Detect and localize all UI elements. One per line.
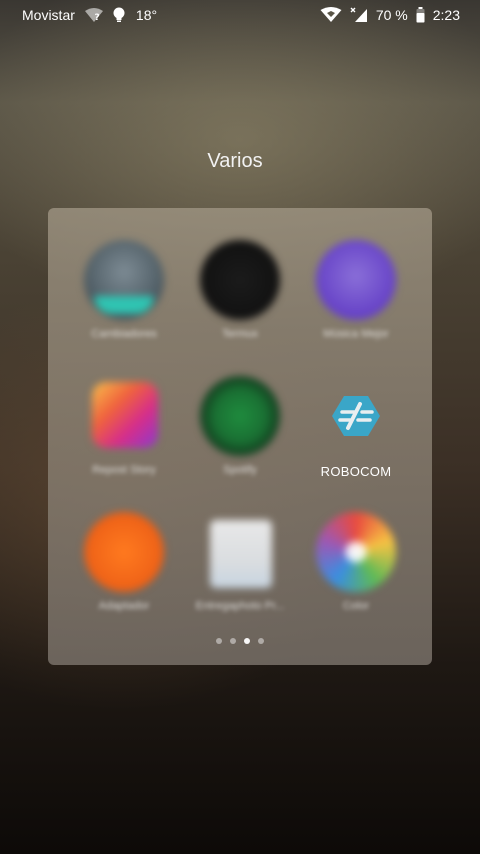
app-spotify[interactable]: Spotify <box>180 376 300 486</box>
terminal-icon <box>200 240 280 320</box>
lightbulb-icon <box>113 7 125 23</box>
app-musica[interactable]: Música Mejor <box>296 240 416 350</box>
app-label: Música Mejor <box>323 328 389 340</box>
svg-text:?: ? <box>94 13 99 23</box>
app-termux[interactable]: Termux <box>180 240 300 350</box>
orange-app-icon <box>84 512 164 592</box>
instagram-icon <box>92 382 158 448</box>
app-label: Termux <box>221 328 259 340</box>
status-bar-left: Movistar ? 18° <box>22 7 157 23</box>
app-entregaphoto[interactable]: Entregaphoto Pr... <box>180 512 300 622</box>
app-label: ROBOCOM <box>320 464 392 479</box>
app-label: Adaptador <box>98 600 150 612</box>
app-label: Spotify <box>223 464 257 476</box>
signal-icon <box>350 7 368 23</box>
page-dot-2[interactable] <box>230 638 236 644</box>
page-dot-3-active[interactable] <box>244 638 250 644</box>
spotify-icon <box>200 376 280 456</box>
app-robocom[interactable]: ROBOCOM <box>296 376 416 486</box>
wifi-question-icon: ? <box>84 7 104 23</box>
app-label: Color <box>342 600 370 612</box>
page-indicator[interactable] <box>0 638 480 644</box>
app-cambiadores[interactable]: Cambiadores <box>64 240 184 350</box>
app-folder-panel: Cambiadores Termux Música Mejor Repost S… <box>48 208 432 665</box>
temperature: 18° <box>135 7 158 23</box>
status-bar: Movistar ? 18° 70 % 2:23 <box>0 0 480 30</box>
app-color[interactable]: Color <box>296 512 416 622</box>
color-wheel-icon <box>316 512 396 592</box>
hotspot-icon <box>320 7 342 23</box>
clock: 2:23 <box>432 7 460 23</box>
cs-icon <box>84 240 164 320</box>
status-bar-right: 70 % 2:23 <box>320 7 460 23</box>
battery-icon <box>416 7 425 23</box>
robocom-icon <box>332 396 380 436</box>
music-app-icon <box>316 240 396 320</box>
app-repost-story[interactable]: Repost Story <box>64 376 184 486</box>
carrier-name: Movistar <box>22 7 75 23</box>
app-label: Repost Story <box>92 464 156 476</box>
page-dot-1[interactable] <box>216 638 222 644</box>
document-app-icon <box>210 520 272 588</box>
app-label: Cambiadores <box>91 328 157 340</box>
page-dot-4[interactable] <box>258 638 264 644</box>
battery-percent: 70 % <box>375 7 408 23</box>
app-label: Entregaphoto Pr... <box>195 600 285 612</box>
app-adaptador[interactable]: Adaptador <box>64 512 184 622</box>
folder-title[interactable]: Varios <box>0 150 470 173</box>
